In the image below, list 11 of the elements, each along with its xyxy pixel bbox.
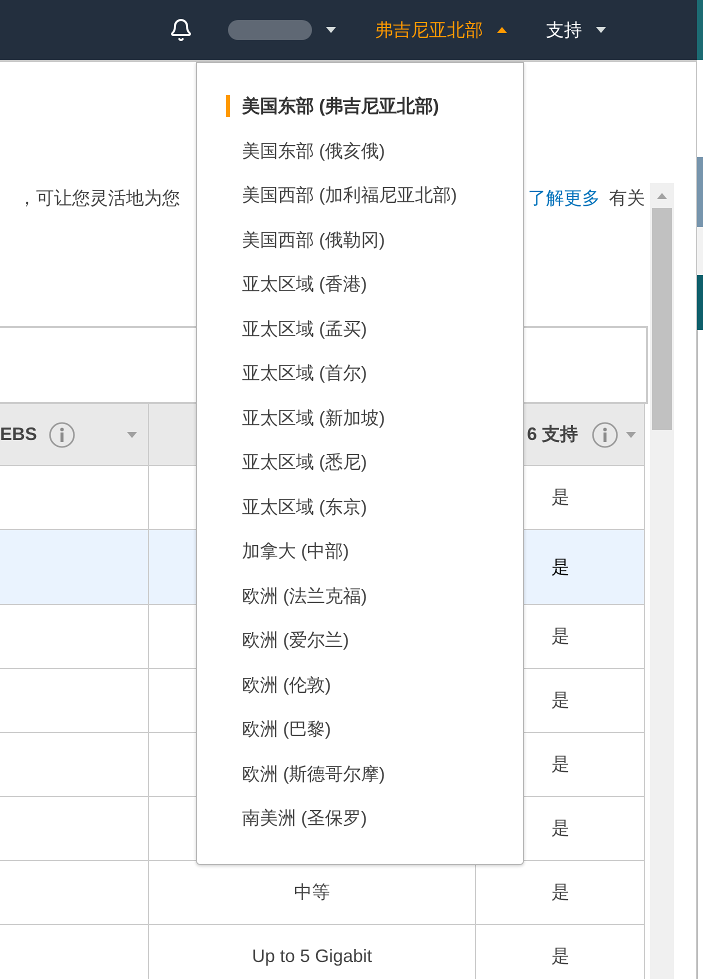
table-cell-text: 是 [550, 486, 570, 509]
table-cell: Up to 5 Gigabit [149, 925, 476, 979]
table-cell-text: 是 [550, 753, 570, 776]
table-cell-text: 是 [550, 689, 570, 712]
intro-text: 有关 [609, 187, 645, 210]
table-cell-text: 是 [550, 945, 570, 968]
table-cell-text: 是 [550, 556, 570, 578]
table-cell-text: 是 [550, 625, 570, 648]
intro-text: ，可让您灵活地为您 [17, 187, 180, 210]
table-cell-text: 是 [550, 881, 570, 904]
table-cell-text: 是 [550, 817, 570, 840]
